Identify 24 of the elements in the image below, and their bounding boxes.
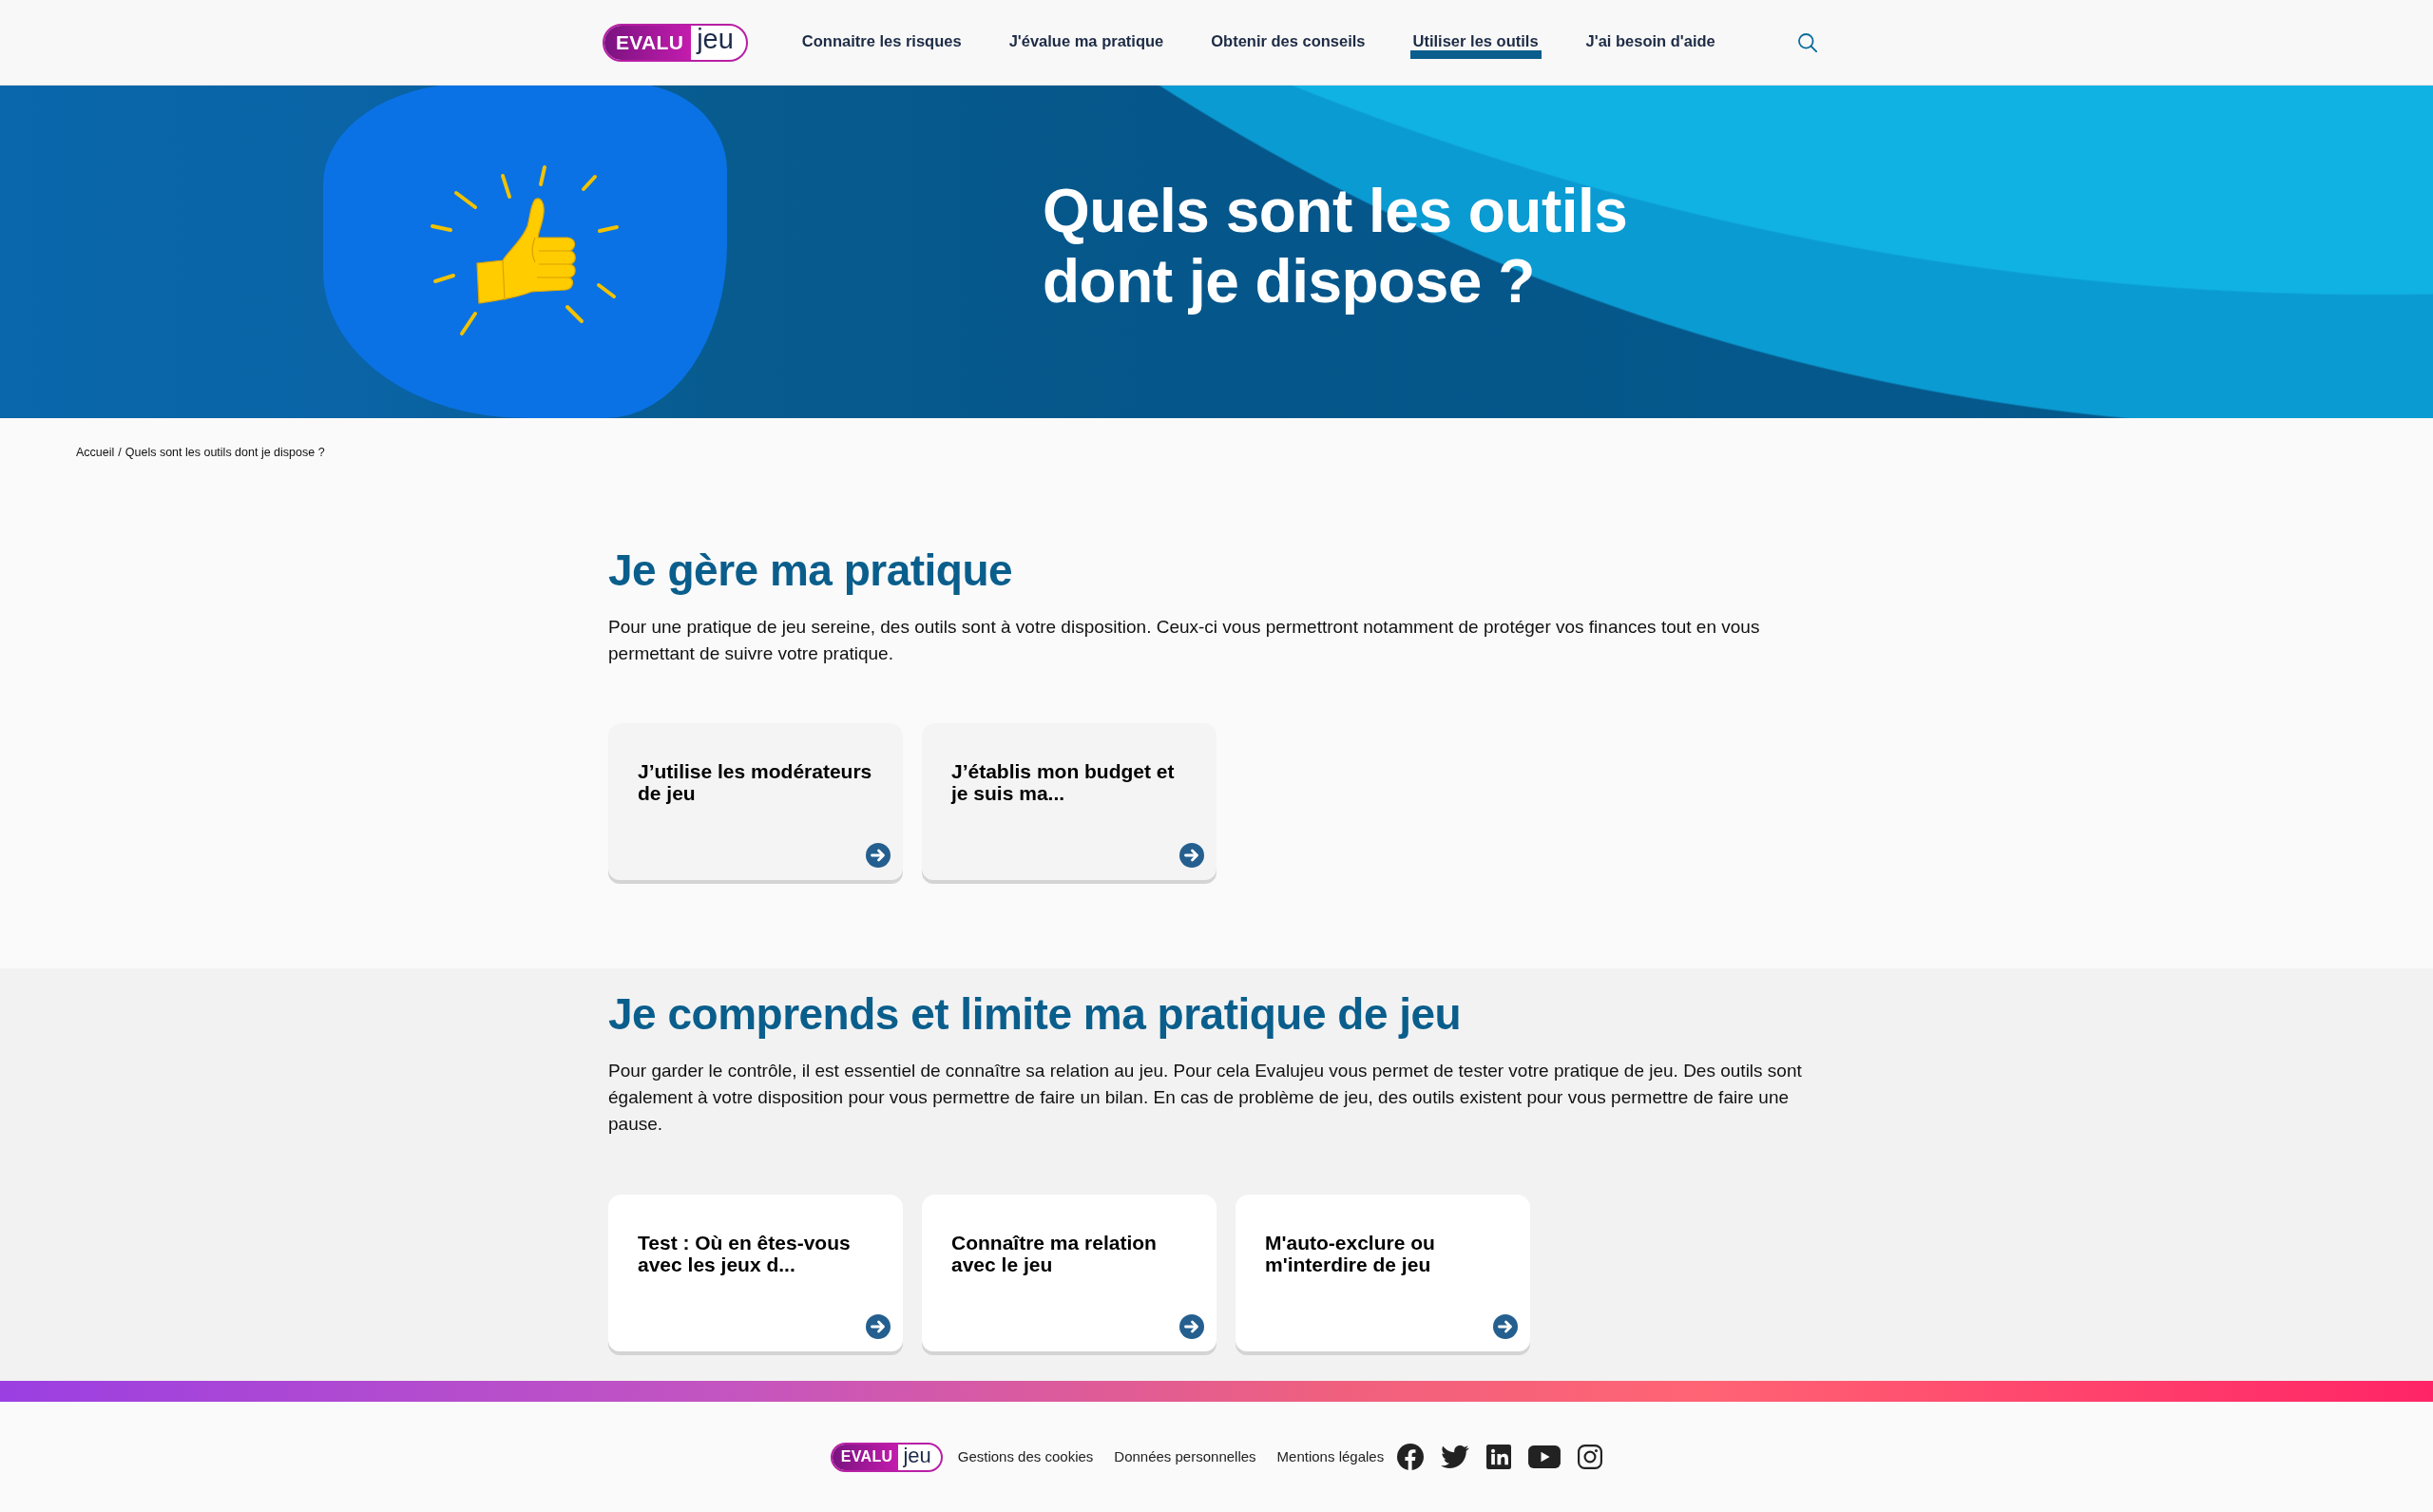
breadcrumb-current: Quels sont les outils dont je dispose ? [125,446,325,459]
section-heading: Je gère ma pratique [608,545,1014,597]
site-logo[interactable]: EVALU jeu [603,23,748,62]
twitter-icon[interactable] [1441,1445,1470,1468]
nav-link[interactable]: Connaitre les risques [798,25,965,60]
site-logo[interactable]: EVALU jeu [830,1442,943,1472]
nav-link[interactable]: Obtenir des conseils [1208,25,1369,60]
hero-title: Quels sont les outils dont je dispose ? [1043,176,1629,316]
facebook-icon[interactable] [1397,1444,1425,1470]
breadcrumb-link[interactable]: Accueil [76,446,115,459]
section-text: Pour une pratique de jeu sereine, des outils sont à votre disposition. Ceux-ci vous permettront notamment de protéger vos finances tout en vous permettant de suivre votre pratique. [608,616,1761,665]
search-icon[interactable] [1798,32,1817,52]
youtube-icon[interactable] [1528,1445,1561,1468]
thumbs-up-icon [430,164,621,337]
nav-link[interactable]: J'évalue ma pratique [1006,25,1167,60]
instagram-icon[interactable] [1578,1445,1603,1469]
section-heading: Je comprends et limite ma pratique de jeu [608,988,1463,1041]
footer-link[interactable]: Données personnelles [1114,1445,1256,1468]
footer-link[interactable]: Gestions des cookies [957,1445,1094,1468]
linkedin-icon[interactable] [1486,1445,1512,1469]
footer-link[interactable]: Mentions légales [1276,1445,1385,1468]
nav-link[interactable]: J'ai besoin d'aide [1582,25,1718,60]
section-text: Pour garder le contrôle, il est essentiel de connaître sa relation au jeu. Pour cela Evalujeu vous permet de tester votre pratique de jeu. Des outils sont également à votre disposition pour vous permettre de faire un bilan. En cas de problème de jeu, des outils existent pour vous permettre de faire une pause. [608,1060,1803,1136]
breadcrumb-separator: / [118,446,122,459]
